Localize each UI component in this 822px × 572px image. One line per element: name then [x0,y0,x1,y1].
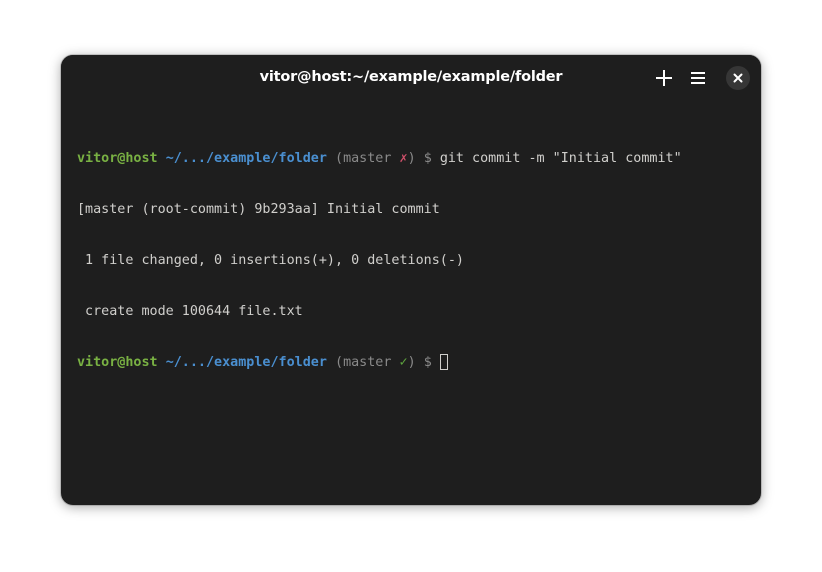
prompt-dollar: $ [423,355,432,370]
close-button[interactable] [726,66,750,90]
terminal-output[interactable]: vitor@host ~/.../example/folder (master … [77,116,682,405]
close-icon [733,73,743,83]
output-line: create mode 100644 file.txt [77,304,303,319]
prompt-user-host: vitor@host [77,151,158,166]
prompt-paren-close: ) [407,355,416,370]
hamburger-menu-icon [691,72,705,84]
text-cursor[interactable] [439,354,448,370]
plus-icon [656,70,672,86]
terminal-window: vitor@host:~/example/example/folder vito… [61,55,761,505]
git-clean-icon: ✓ [399,355,408,370]
command-text: git commit -m "Initial commit" [439,151,682,166]
output-line: 1 file changed, 0 insertions(+), 0 delet… [77,253,464,268]
prompt-dollar: $ [423,151,432,166]
git-branch: master [343,355,392,370]
prompt-user-host: vitor@host [77,355,158,370]
prompt-path: ~/.../example/folder [165,151,327,166]
prompt-line-2: vitor@host ~/.../example/folder (master … [77,354,682,371]
prompt-paren-open: ( [326,151,344,166]
prompt-line-1: vitor@host ~/.../example/folder (master … [77,150,682,167]
prompt-paren-open: ( [326,355,344,370]
git-dirty-icon: ✗ [399,151,408,166]
output-line: [master (root-commit) 9b293aa] Initial c… [77,202,440,217]
prompt-paren-close: ) [407,151,416,166]
menu-button[interactable] [685,65,711,91]
new-tab-button[interactable] [651,65,677,91]
git-branch: master [343,151,392,166]
prompt-path: ~/.../example/folder [165,355,327,370]
title-bar[interactable]: vitor@host:~/example/example/folder [61,55,761,101]
